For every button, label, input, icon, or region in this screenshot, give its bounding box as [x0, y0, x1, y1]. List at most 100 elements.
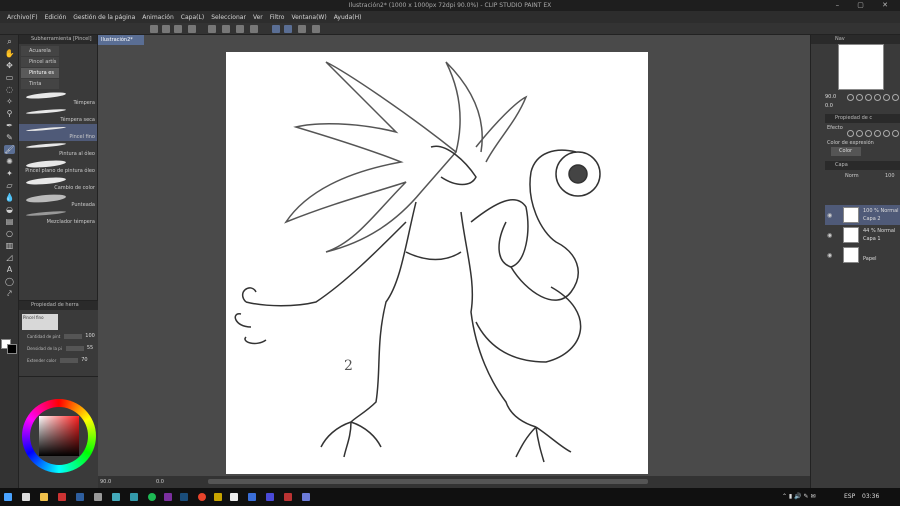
pen-tool-icon[interactable]: ✒ — [4, 121, 15, 130]
blend-tool-icon[interactable]: 💧 — [4, 193, 15, 202]
navigator-thumbnail[interactable] — [838, 44, 884, 90]
effect-buttons[interactable] — [847, 130, 899, 137]
app-icon[interactable] — [284, 493, 292, 501]
app-icon[interactable] — [94, 493, 102, 501]
gradient-tool-icon[interactable]: ▤ — [4, 217, 15, 226]
airbrush-tool-icon[interactable]: ✺ — [4, 157, 15, 166]
horizontal-scrollbar[interactable] — [208, 479, 648, 484]
app-icon[interactable] — [130, 493, 138, 501]
pencil-tool-icon[interactable]: ✎ — [4, 133, 15, 142]
brush-tempera-seca[interactable]: Témpera seca — [19, 107, 97, 124]
eyedropper-tool-icon[interactable]: ⚲ — [4, 109, 15, 118]
tray-icons[interactable]: ⌃ ▮ 🔊 ✎ ✉ — [782, 493, 815, 500]
language-indicator[interactable]: ESP — [844, 493, 855, 500]
redo-icon[interactable] — [174, 25, 182, 33]
menu-ventana[interactable]: Ventana(W) — [291, 14, 326, 21]
canvas-area[interactable]: Ilustración2* 2 90.0 0.0 — [98, 35, 810, 488]
decoration-tool-icon[interactable]: ✦ — [4, 169, 15, 178]
visibility-eye-icon[interactable]: ◉ — [827, 212, 832, 219]
ruler-tool-icon[interactable]: ◿ — [4, 253, 15, 262]
prop-slider[interactable] — [65, 345, 84, 351]
brush-pincel-plano[interactable]: Pincel plano de pintura óleo — [19, 158, 97, 175]
prop-slider[interactable] — [64, 333, 83, 339]
app-icon[interactable] — [248, 493, 256, 501]
document-tab[interactable]: Ilustración2* — [98, 35, 144, 45]
menu-edicion[interactable]: Edición — [45, 14, 67, 21]
frame-tool-icon[interactable]: ▥ — [4, 241, 15, 250]
move-tool-icon[interactable]: ✥ — [4, 61, 15, 70]
hand-tool-icon[interactable]: ✋ — [4, 49, 15, 58]
prop-row-paint-density[interactable]: Densidad de la pi 55 — [19, 342, 98, 354]
app-icon[interactable] — [180, 493, 188, 501]
app-icon[interactable] — [164, 493, 172, 501]
lasso-tool-icon[interactable]: ◌ — [4, 85, 15, 94]
brush-pintura-oleo[interactable]: Pintura al óleo — [19, 141, 97, 158]
window-controls[interactable]: – ▢ ✕ — [836, 1, 896, 9]
navigator-angle[interactable]: 0.0 — [825, 103, 833, 109]
color-swatches[interactable] — [1, 339, 17, 354]
brush-tempera[interactable]: Témpera — [19, 90, 97, 107]
prop-row-color-stretch[interactable]: Extender color 70 — [19, 354, 98, 366]
brush-punteada[interactable]: Punteada — [19, 192, 97, 209]
transform-icon[interactable] — [222, 25, 230, 33]
balloon-tool-icon[interactable]: ◯ — [4, 277, 15, 286]
menu-ver[interactable]: Ver — [253, 14, 263, 21]
prop-row-paint-amount[interactable]: Cantidad de pint 100 — [19, 330, 98, 342]
special-ruler-icon[interactable] — [284, 25, 292, 33]
figure-tool-icon[interactable]: ○ — [4, 229, 15, 238]
ruler-snap-icon[interactable] — [272, 25, 280, 33]
subtool-tab-pincel-artistico[interactable]: Pincel artís — [21, 57, 59, 67]
layer-row-capa-2[interactable]: ◉ 100 % Normal Capa 2 — [825, 205, 900, 225]
deselect-icon[interactable] — [236, 25, 244, 33]
angle-readout[interactable]: 0.0 — [156, 479, 164, 485]
fill-icon[interactable] — [208, 25, 216, 33]
prop-slider[interactable] — [60, 357, 79, 363]
app-icon[interactable] — [112, 493, 120, 501]
prop-value[interactable]: 55 — [87, 345, 93, 351]
file-explorer-icon[interactable] — [40, 493, 48, 501]
task-view-icon[interactable] — [22, 493, 30, 501]
invert-selection-icon[interactable] — [250, 25, 258, 33]
auto-select-tool-icon[interactable]: ✧ — [4, 97, 15, 106]
prop-value[interactable]: 70 — [81, 357, 87, 363]
start-icon[interactable] — [4, 493, 12, 501]
navigator-zoom[interactable]: 90.0 — [825, 94, 836, 100]
blend-mode-dropdown[interactable]: Norm — [845, 173, 859, 179]
menu-gestion-pagina[interactable]: Gestión de la página — [73, 14, 135, 21]
visibility-eye-icon[interactable]: ◉ — [827, 252, 832, 259]
eraser-tool-icon[interactable]: ▱ — [4, 181, 15, 190]
layer-row-papel[interactable]: ◉ Papel — [825, 245, 900, 265]
zoom-tool-icon[interactable]: ⌕ — [4, 37, 15, 46]
fill-tool-icon[interactable]: ◒ — [4, 205, 15, 214]
app-icon[interactable] — [58, 493, 66, 501]
subtool-tab-tinta[interactable]: Tinta — [21, 79, 59, 89]
brush-mezclador[interactable]: Mezclador témpera — [19, 209, 97, 226]
saturation-value-square[interactable] — [39, 416, 79, 456]
zoom-readout[interactable]: 90.0 — [100, 479, 111, 485]
brush-tool-icon[interactable]: 🖌 — [4, 145, 15, 154]
menu-archivo[interactable]: Archivo(F) — [7, 14, 38, 21]
layer-row-capa-1[interactable]: ◉ 44 % Normal Capa 1 — [825, 225, 900, 245]
color-wheel[interactable] — [22, 399, 96, 473]
expression-color-dropdown[interactable]: Color — [831, 147, 861, 156]
app-icon[interactable] — [76, 493, 84, 501]
menu-filtro[interactable]: Filtro — [270, 14, 285, 21]
brush-cambio-color[interactable]: Cambio de color — [19, 175, 97, 192]
select-tool-icon[interactable]: ▭ — [4, 73, 15, 82]
visibility-eye-icon[interactable]: ◉ — [827, 232, 832, 239]
menu-animacion[interactable]: Animación — [142, 14, 174, 21]
subtool-tab-pintura[interactable]: Pintura es — [21, 68, 59, 78]
menu-ayuda[interactable]: Ayuda(H) — [334, 14, 362, 21]
brush-pincel-fino[interactable]: Pincel fino — [19, 124, 97, 141]
app-icon[interactable] — [266, 493, 274, 501]
settings-icon[interactable] — [312, 25, 320, 33]
new-file-icon[interactable] — [150, 25, 158, 33]
spotify-icon[interactable] — [148, 493, 156, 501]
grid-snap-icon[interactable] — [298, 25, 306, 33]
prop-value[interactable]: 100 — [85, 333, 95, 339]
menu-seleccionar[interactable]: Seleccionar — [211, 14, 246, 21]
clip-studio-icon[interactable] — [230, 493, 238, 501]
text-tool-icon[interactable]: A — [4, 265, 15, 274]
undo-icon[interactable] — [162, 25, 170, 33]
subtool-tab-acuarela[interactable]: Acuarela — [21, 46, 59, 56]
